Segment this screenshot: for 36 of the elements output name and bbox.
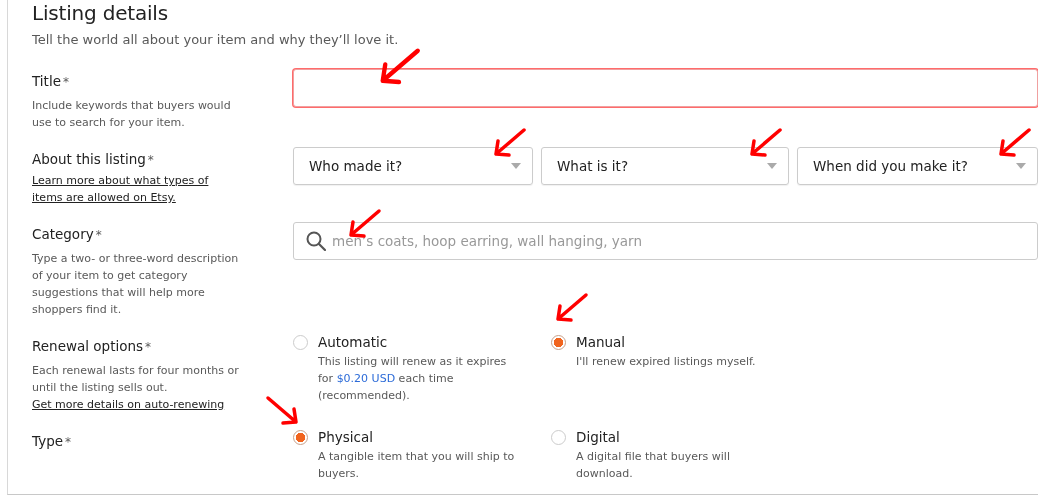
required-mark: * xyxy=(62,75,69,89)
required-mark: * xyxy=(145,340,152,354)
page-heading: Listing details xyxy=(32,0,169,25)
field-label: Type xyxy=(32,433,63,449)
caret-icon xyxy=(1016,163,1026,169)
select-dropdown[interactable]: Who made it? xyxy=(293,147,533,185)
option-description: This listing will renew as it expires for $0.20 USD each time (recommended). xyxy=(318,354,508,404)
select-dropdown[interactable]: What is it? xyxy=(541,147,789,185)
required-mark: * xyxy=(65,435,71,449)
field-label: Title xyxy=(32,73,61,89)
option-description: I'll renew expired listings myself. xyxy=(576,354,757,370)
help-link[interactable]: Get more details on auto-renewing xyxy=(32,396,225,413)
field-label: Category xyxy=(32,226,94,242)
page-subheading: Tell the world all about your item and why they’ll love it. xyxy=(32,31,400,49)
option-description: A digital file that buyers will download. xyxy=(576,449,731,482)
radio-button[interactable] xyxy=(293,430,308,445)
field-description: Type a two- or three-word description of your item to get category suggestions that will help more shoppers find it. xyxy=(32,252,239,316)
field-label: Renewal options xyxy=(32,338,144,354)
title-input[interactable] xyxy=(293,69,1038,107)
caret-icon xyxy=(511,163,521,169)
field-label: About this listing xyxy=(32,151,146,167)
search-icon xyxy=(306,231,326,251)
category-search-field[interactable]: men’s coats, hoop earring, wall hanging, yarn xyxy=(293,222,1038,260)
option-description: A tangible item that you will ship to buyers. xyxy=(318,449,516,482)
option-label: Manual xyxy=(576,334,627,351)
option-label: Physical xyxy=(318,429,374,446)
field-description: Each renewal lasts for four months or until the listing sells out. xyxy=(32,364,239,394)
field-description: Include keywords that buyers would use to search for your item. xyxy=(32,99,231,129)
option-label: Automatic xyxy=(318,334,389,351)
help-link[interactable]: Learn more about what types of items are allowed on Etsy. xyxy=(32,172,232,206)
select-dropdown[interactable]: When did you make it? xyxy=(797,147,1038,185)
required-mark: * xyxy=(95,228,102,242)
radio-button[interactable] xyxy=(551,335,566,350)
option-label: Digital xyxy=(576,429,621,446)
required-mark: * xyxy=(147,153,154,167)
caret-icon xyxy=(767,163,777,169)
